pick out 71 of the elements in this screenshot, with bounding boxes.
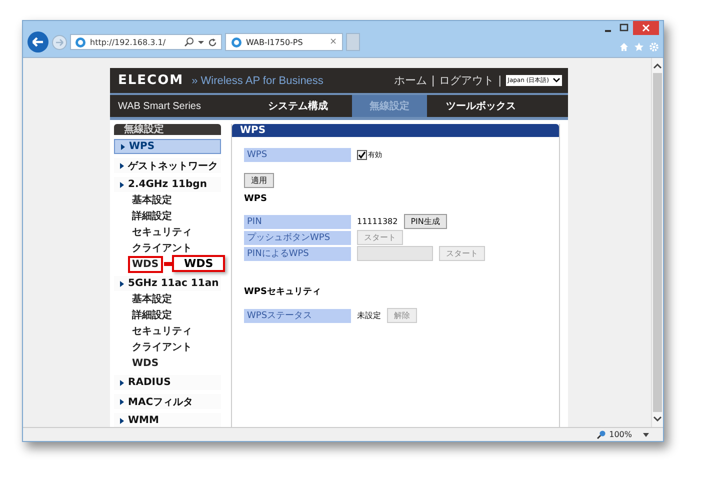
sidebar-subitem[interactable]: 詳細設定 — [132, 210, 172, 222]
field-label: PINによるWPS — [244, 246, 351, 260]
triangle-icon — [120, 182, 124, 188]
callout-label: WDS — [172, 255, 226, 272]
triangle-icon — [120, 418, 124, 424]
product-title: » Wireless AP for Business — [192, 74, 324, 86]
separator: | — [431, 74, 435, 87]
header-link[interactable]: ホーム — [394, 73, 428, 88]
close-icon[interactable] — [642, 24, 650, 32]
logo: ELECOM — [118, 73, 184, 88]
tab-title: WAB-I1750-PS — [246, 38, 304, 46]
close-button[interactable] — [633, 21, 659, 35]
dropdown-icon[interactable] — [198, 39, 204, 45]
sidebar-subitem[interactable]: セキュリティ — [132, 226, 192, 238]
field-label: WPS — [244, 148, 351, 162]
triangle-icon — [120, 162, 124, 168]
sidebar-subitem[interactable]: WDS — [128, 256, 163, 272]
section-heading: WPS — [244, 194, 268, 204]
sidebar-subitem[interactable]: 基本設定 — [132, 292, 172, 306]
sidebar-item[interactable]: RADIUS — [114, 375, 221, 390]
sidebar-item[interactable]: 5GHz 11ac 11an — [114, 276, 221, 291]
sidebar-title: 無線設定 — [114, 124, 221, 135]
url-text: http://192.168.3.1/ — [90, 38, 167, 46]
scroll-down-icon[interactable] — [653, 416, 662, 422]
caret-icon[interactable] — [553, 78, 560, 83]
nav-tab[interactable]: システム構成 — [244, 95, 352, 117]
search-icon[interactable] — [184, 37, 194, 47]
field-label: WPSステータス — [244, 308, 351, 322]
refresh-icon[interactable] — [208, 38, 217, 46]
section-heading: WPSセキュリティ — [244, 286, 322, 298]
address-bar[interactable]: http://192.168.3.1/ — [70, 34, 222, 50]
field-label: プッシュボタンWPS — [244, 230, 351, 244]
sidebar-subitem[interactable]: 基本設定 — [132, 194, 172, 206]
sidebar-item[interactable]: MACフィルタ — [114, 394, 221, 409]
sidebar-subitem[interactable]: 詳細設定 — [132, 308, 172, 322]
triangle-icon — [120, 380, 124, 386]
sidebar-subitem[interactable]: WDS — [132, 356, 159, 370]
field-value: 未設定 — [357, 310, 381, 321]
triangle-icon — [120, 280, 124, 286]
browser-tab[interactable]: WAB-I1750-PS × — [225, 33, 343, 51]
series-title: WAB Smart Series — [117, 100, 202, 114]
header-link[interactable]: ログアウト — [438, 73, 494, 88]
scrollbar[interactable] — [651, 58, 663, 427]
checkbox[interactable] — [357, 150, 367, 160]
sidebar-subitem[interactable]: クライアント — [132, 340, 192, 354]
browser-icon — [75, 36, 86, 48]
scroll-up-icon[interactable] — [653, 63, 662, 69]
back-button[interactable] — [27, 31, 49, 53]
scroll-thumb[interactable] — [653, 73, 662, 412]
sidebar-item[interactable]: WPS — [114, 139, 221, 154]
sidebar-subitem[interactable]: セキュリティ — [132, 324, 192, 338]
sidebar-item[interactable]: WMM — [114, 413, 221, 427]
star-icon[interactable] — [634, 42, 644, 52]
sidebar-subitem[interactable]: クライアント — [132, 242, 192, 254]
zoom-level[interactable]: 100% — [609, 430, 632, 439]
field-label: PIN — [244, 214, 351, 228]
action-button[interactable]: PIN生成 — [404, 214, 447, 229]
nav-tab[interactable]: ツールボックス — [427, 95, 535, 117]
triangle-icon — [120, 398, 124, 404]
field-value: 11111382 — [357, 217, 398, 226]
sidebar-item[interactable]: 2.4GHz 11bgn — [114, 177, 221, 192]
sidebar-item[interactable]: ゲストネットワーク — [114, 158, 221, 173]
zoom-icon[interactable] — [597, 430, 606, 439]
tab-close-button[interactable]: × — [329, 37, 337, 47]
triangle-icon — [121, 144, 125, 150]
panel-title: WPS — [232, 124, 559, 137]
separator: | — [498, 74, 502, 87]
dropdown-icon[interactable] — [643, 432, 649, 436]
maximize-icon[interactable] — [617, 23, 631, 33]
apply-button[interactable]: 適用 — [244, 173, 274, 188]
browser-icon — [231, 36, 242, 48]
